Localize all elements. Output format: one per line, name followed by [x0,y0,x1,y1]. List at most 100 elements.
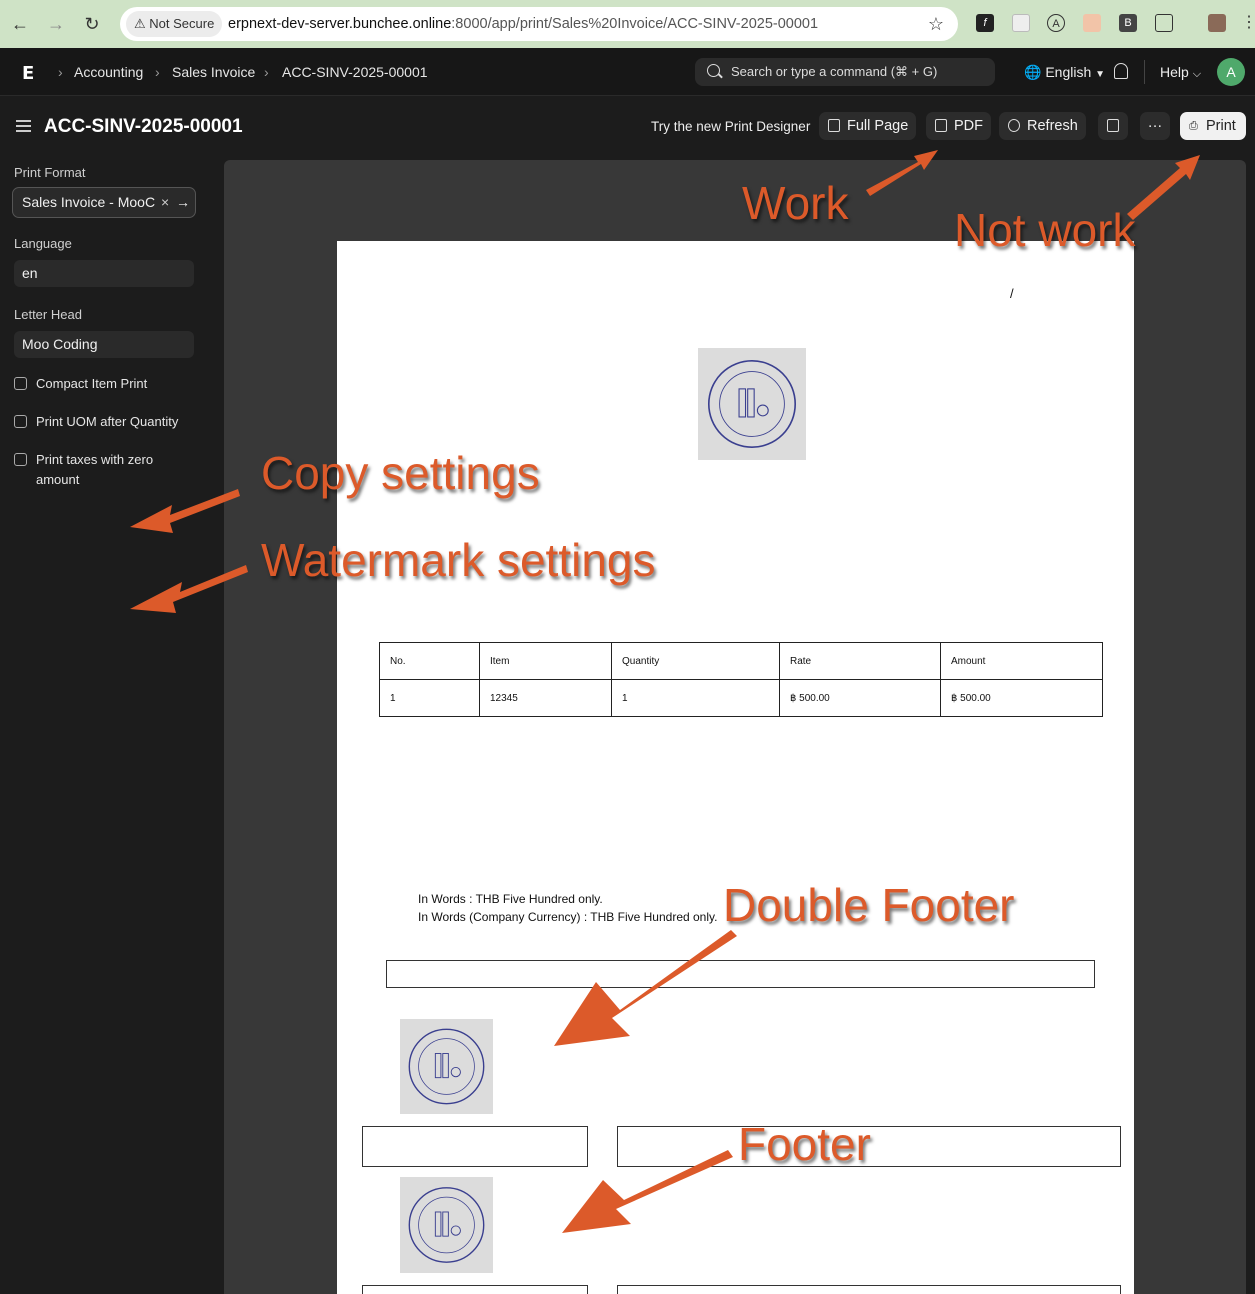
cell-amount: ฿ 500.00 [940,679,1103,717]
in-words-company-label: In Words (Company Currency) : [418,910,588,924]
print-taxes-zero-checkbox[interactable] [14,453,27,466]
breadcrumb-separator: › [58,64,63,80]
print-uom-label[interactable]: Print UOM after Quantity [36,412,178,432]
annotation-copy-settings: Copy settings [261,447,540,499]
url-host: erpnext-dev-server.bunchee.online [228,16,452,32]
in-words-label: In Words : [418,892,473,906]
footer-seal-logo [400,1019,493,1114]
bookmark-star-icon[interactable]: ☆ [928,7,944,41]
cell-item: 12345 [479,679,612,717]
search-placeholder: Search or type a command (⌘ + G) [731,64,938,79]
print-taxes-zero-label[interactable]: Print taxes with zero amount [36,450,186,490]
sidebar-toggle-icon[interactable] [16,120,31,132]
letter-head-field[interactable]: Moo Coding [14,331,194,358]
file-icon [1107,119,1119,132]
new-page-button[interactable] [1098,112,1128,140]
clear-icon[interactable]: × [161,188,169,217]
items-table: No. Item Quantity Rate Amount 1 12345 1 … [379,642,1103,717]
signature-box-left [362,1126,588,1167]
footer-box [386,960,1095,988]
print-preview[interactable]: / No. Item Quantity Rate Amount 1 12345 … [224,160,1246,1294]
col-header-rate: Rate [779,642,941,680]
puzzle-icon[interactable] [1155,14,1173,32]
chevron-down-icon: ⌵ [1192,68,1202,80]
security-label: Not Secure [149,16,215,31]
try-print-designer-link[interactable]: Try the new Print Designer [651,96,810,158]
breadcrumb-sales-invoice[interactable]: Sales Invoice [172,48,255,96]
breadcrumb-accounting[interactable]: Accounting [74,48,143,96]
caret-down-icon: ▼ [1095,69,1106,80]
col-header-amount: Amount [940,642,1103,680]
extension-icon-1[interactable]: f [976,14,994,32]
refresh-label: Refresh [1027,118,1078,134]
print-button[interactable]: ⎙ Print [1180,112,1246,140]
printer-icon: ⎙ [1189,120,1198,132]
page-header: ACC-SINV-2025-00001 Try the new Print De… [0,96,1255,158]
address-bar[interactable]: ⚠ Not Secure erpnext-dev-server.bunchee.… [120,7,958,41]
language-label: English [1045,64,1092,80]
extension-icon-2[interactable] [1012,14,1030,32]
full-page-button[interactable]: Full Page [819,112,917,140]
help-menu[interactable]: Help ⌵ [1160,48,1201,98]
header-slash: / [1010,286,1014,301]
divider [1144,60,1145,84]
language-selector[interactable]: 🌐 English ▼ [1024,48,1105,99]
url-path: :8000/app/print/Sales%20Invoice/ACC-SINV… [451,16,819,32]
avatar[interactable]: A [1217,58,1245,86]
extension-icon-5[interactable]: B [1119,14,1137,32]
globe-icon: 🌐 [1024,64,1042,80]
print-page: / No. Item Quantity Rate Amount 1 12345 … [337,241,1134,1294]
refresh-icon [1008,119,1020,132]
cell-quantity: 1 [611,679,780,717]
search-icon [707,64,720,77]
company-seal-logo [698,348,806,460]
forward-icon[interactable]: → [44,10,68,38]
extension-icon-4[interactable] [1083,14,1101,32]
menu-kebab-icon[interactable]: ⋮ [1240,14,1255,32]
arrow-right-icon[interactable]: → [176,188,190,217]
url-text[interactable]: erpnext-dev-server.bunchee.online:8000/a… [228,7,818,41]
breadcrumb-separator: › [155,64,160,80]
col-header-item: Item [479,642,612,680]
annotation-work: Work [742,177,849,229]
col-header-quantity: Quantity [611,642,780,680]
compact-item-print-checkbox[interactable] [14,377,27,390]
print-label: Print [1206,118,1236,134]
letter-head-label: Letter Head [14,307,82,322]
awesome-bar[interactable]: Search or type a command (⌘ + G) [695,58,995,86]
annotation-not-work: Not work [954,204,1136,256]
print-format-label: Print Format [14,165,86,180]
notification-bell-icon[interactable] [1114,63,1128,79]
print-uom-checkbox[interactable] [14,415,27,428]
browser-toolbar: ← → ↻ ⚠ Not Secure erpnext-dev-server.bu… [0,0,1255,48]
in-words-company-value: THB Five Hundred only. [590,910,718,924]
annotation-double-footer: Double Footer [723,879,1015,931]
print-format-select[interactable]: Sales Invoice - MooC × → [12,187,196,218]
reload-icon[interactable]: ↻ [80,10,104,38]
pdf-icon [935,119,947,132]
back-icon[interactable]: ← [8,10,32,38]
cell-rate: ฿ 500.00 [779,679,941,717]
compact-item-print-label[interactable]: Compact Item Print [36,374,147,394]
full-page-label: Full Page [847,118,909,134]
app-logo[interactable]: E [22,63,34,84]
help-label: Help [1160,64,1189,80]
profile-icon[interactable] [1208,14,1226,32]
pdf-label: PDF [954,118,983,134]
extension-icon-3[interactable]: A [1047,14,1065,32]
col-header-no: No. [379,642,480,680]
language-field[interactable]: en [14,260,194,287]
in-words-company: In Words (Company Currency) : THB Five H… [418,910,717,924]
security-badge[interactable]: ⚠ Not Secure [126,11,223,37]
table-header-row: No. Item Quantity Rate Amount [379,642,1103,680]
signature-box-left [362,1285,588,1294]
footer-seal-logo [400,1177,493,1273]
pdf-button[interactable]: PDF [926,112,991,140]
breadcrumb-document[interactable]: ACC-SINV-2025-00001 [282,48,428,96]
in-words-value: THB Five Hundred only. [475,892,603,906]
refresh-button[interactable]: Refresh [999,112,1086,140]
more-button[interactable]: ··· [1140,112,1170,140]
full-page-icon [828,119,840,132]
annotation-watermark-settings: Watermark settings [261,534,656,586]
in-words: In Words : THB Five Hundred only. [418,892,603,906]
